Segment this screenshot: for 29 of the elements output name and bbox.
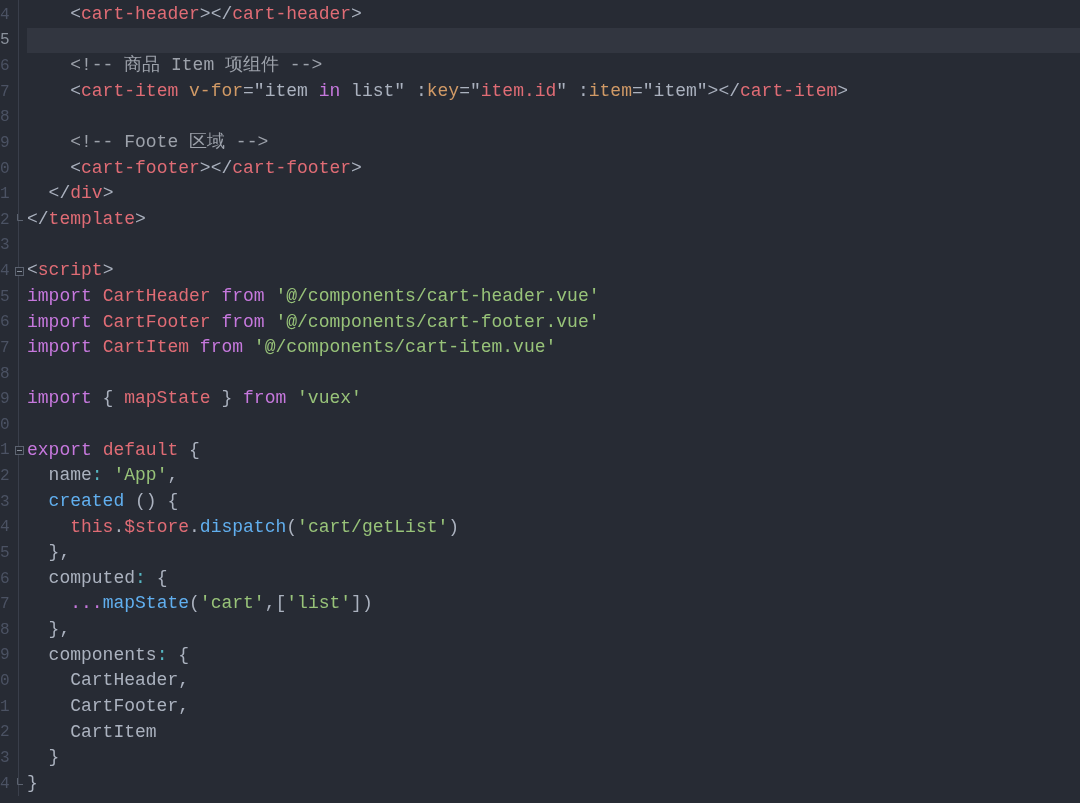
code-line: <cart-header></cart-header> xyxy=(69,3,363,26)
code-line: import CartFooter from '@/components/cart-footer.vue' xyxy=(27,310,601,334)
code-line: computed: { xyxy=(47,566,169,590)
code-line: <script> xyxy=(27,259,115,283)
code-line: created () { xyxy=(47,489,180,513)
code-line: <!-- Foote 区域 --> xyxy=(69,131,270,155)
code-line: this.$store.dispatch('cart/getList') xyxy=(69,515,461,539)
code-line: ...mapState('cart',['list']) xyxy=(69,592,374,616)
code-line: }, xyxy=(47,618,72,641)
code-line: name: 'App', xyxy=(47,464,180,488)
code-line: CartFooter, xyxy=(69,694,191,718)
code-line: </div> xyxy=(47,182,115,206)
code-line: import { mapState } from 'vuex' xyxy=(27,387,363,411)
code-line: CartItem xyxy=(69,720,158,744)
line-number: 5 xyxy=(0,32,11,49)
code-line: }, xyxy=(47,541,72,565)
code-line: components: { xyxy=(47,643,191,667)
code-line: export default { xyxy=(27,438,201,462)
code-line: CartHeader, xyxy=(69,669,191,693)
code-line: <cart-item v-for="item in list" :key="item.id" :item="item"></cart-item> xyxy=(69,79,850,103)
code-line: } xyxy=(27,771,39,795)
code-line: <!-- 商品 Item 项组件 --> xyxy=(69,54,324,78)
code-line: } xyxy=(47,746,61,770)
code-line: </template> xyxy=(27,208,147,231)
code-line: import CartHeader from '@/components/cart-header.vue' xyxy=(27,284,601,308)
code-line: <cart-footer></cart-footer> xyxy=(69,156,363,180)
fold-toggle-icon[interactable] xyxy=(15,445,24,455)
fold-toggle-icon[interactable] xyxy=(15,266,24,276)
code-line: import CartItem from '@/components/cart-item.vue' xyxy=(27,336,558,360)
